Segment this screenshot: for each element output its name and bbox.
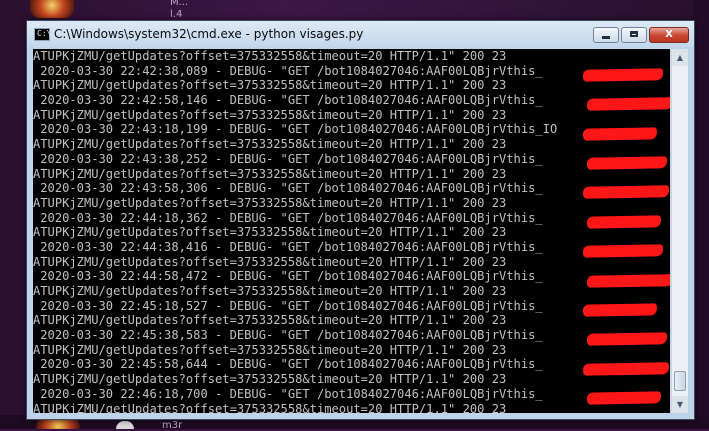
console-line: 2020-03-30 22:44:18,362 - DEBUG- "GET /b…: [33, 210, 543, 225]
console-output[interactable]: ATUPKjZMU/getUpdates?offset=375332558&ti…: [33, 49, 670, 413]
maximize-icon: [630, 31, 638, 37]
maximize-button[interactable]: [621, 27, 647, 43]
console-line: ATUPKjZMU/getUpdates?offset=375332558&ti…: [33, 284, 507, 298]
scroll-down-arrow[interactable]: ▼: [672, 396, 688, 413]
desktop-background-right: [693, 0, 709, 429]
console-line: ATUPKjZMU/getUpdates?offset=375332558&ti…: [33, 49, 507, 63]
redaction-mark: [586, 215, 662, 229]
window-title: C:\Windows\system32\cmd.exe - python vis…: [54, 27, 364, 41]
redaction-mark: [582, 303, 658, 317]
desktop-label-top-2: l.4: [170, 9, 183, 20]
console-line: 2020-03-30 22:46:18,700 - DEBUG- "GET /b…: [33, 386, 543, 401]
desktop-background-left: [0, 0, 26, 429]
console-line: ATUPKjZMU/getUpdates?offset=375332558&ti…: [33, 401, 507, 414]
console-line: 2020-03-30 22:44:58,472 - DEBUG- "GET /b…: [33, 269, 543, 284]
console-line: 2020-03-30 22:45:38,583 - DEBUG- "GET /b…: [33, 328, 543, 343]
console-line: 2020-03-30 22:42:38,089 - DEBUG- "GET /b…: [33, 63, 543, 78]
desktop-background-top: [0, 0, 709, 20]
console-line: ATUPKjZMU/getUpdates?offset=375332558&ti…: [33, 372, 507, 387]
console-line: 2020-03-30 22:43:18,199 - DEBUG- "GET /b…: [33, 122, 558, 137]
console-line: ATUPKjZMU/getUpdates?offset=375332558&ti…: [33, 78, 507, 93]
redaction-mark: [586, 332, 668, 346]
minimize-icon: [602, 36, 610, 39]
console-line: ATUPKjZMU/getUpdates?offset=375332558&ti…: [33, 342, 507, 357]
scroll-up-arrow[interactable]: ▲: [672, 49, 688, 66]
console-line: ATUPKjZMU/getUpdates?offset=375332558&ti…: [33, 225, 507, 240]
scroll-thumb[interactable]: [674, 371, 686, 391]
redaction-mark: [586, 391, 662, 405]
console-line: ATUPKjZMU/getUpdates?offset=375332558&ti…: [33, 166, 507, 181]
console-line: 2020-03-30 22:43:58,306 - DEBUG- "GET /b…: [33, 181, 543, 196]
redaction-mark: [586, 273, 670, 288]
redaction-mark: [586, 97, 670, 111]
console-line: ATUPKjZMU/getUpdates?offset=375332558&ti…: [33, 195, 507, 210]
redaction-mark: [582, 185, 670, 200]
console-line: 2020-03-30 22:44:38,416 - DEBUG- "GET /b…: [33, 239, 543, 254]
console-line: ATUPKjZMU/getUpdates?offset=375332558&ti…: [33, 137, 507, 152]
vertical-scrollbar[interactable]: ▲ ▼: [671, 49, 688, 413]
desktop-label-top: M...: [170, 0, 189, 8]
console-line: 2020-03-30 22:42:58,146 - DEBUG- "GET /b…: [33, 93, 543, 108]
redaction-mark: [582, 244, 664, 258]
console-line: 2020-03-30 22:43:38,252 - DEBUG- "GET /b…: [33, 151, 543, 166]
desktop-avatar-image: [30, 0, 74, 18]
minimize-button[interactable]: [593, 27, 619, 43]
cmd-window[interactable]: C:\ C:\Windows\system32\cmd.exe - python…: [26, 20, 695, 420]
cmd-icon: C:\: [34, 28, 51, 41]
desktop-circle-icon: [116, 421, 134, 429]
close-icon: X: [665, 29, 673, 40]
desktop-label-bottom: m3r: [162, 420, 183, 431]
redaction-mark: [582, 67, 664, 82]
close-button[interactable]: X: [649, 27, 689, 43]
console-line: ATUPKjZMU/getUpdates?offset=375332558&ti…: [33, 313, 507, 328]
console-line: 2020-03-30 22:45:58,644 - DEBUG- "GET /b…: [33, 357, 543, 372]
window-titlebar[interactable]: C:\ C:\Windows\system32\cmd.exe - python…: [27, 21, 694, 47]
console-line: ATUPKjZMU/getUpdates?offset=375332558&ti…: [33, 107, 507, 122]
console-line: ATUPKjZMU/getUpdates?offset=375332558&ti…: [33, 254, 507, 269]
redaction-mark: [586, 156, 668, 170]
console-line: 2020-03-30 22:45:18,527 - DEBUG- "GET /b…: [33, 298, 543, 313]
redaction-mark: [582, 126, 658, 141]
redaction-mark: [582, 361, 670, 376]
